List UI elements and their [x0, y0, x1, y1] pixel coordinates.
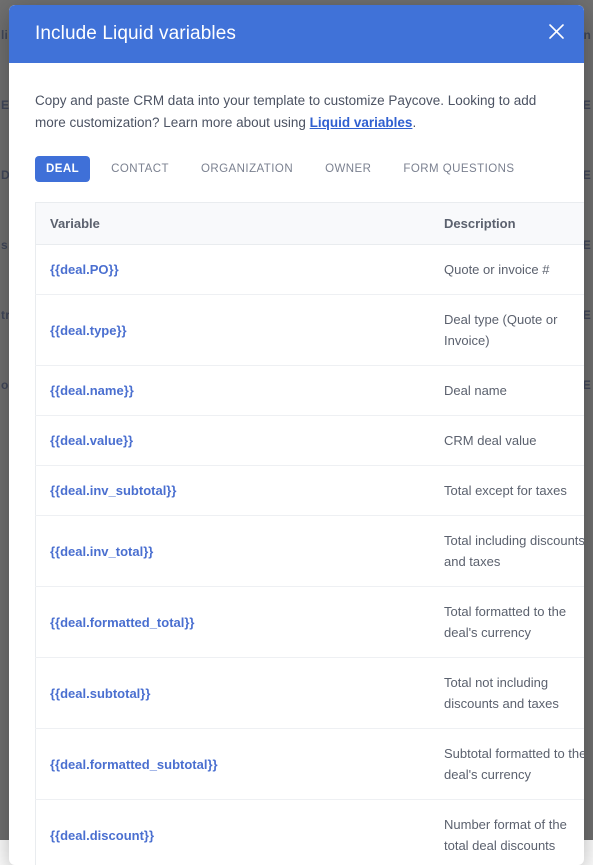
tab-deal[interactable]: DEAL	[35, 156, 90, 182]
intro-paragraph: Copy and paste CRM data into your templa…	[35, 90, 553, 134]
tab-contact[interactable]: CONTACT	[100, 156, 180, 182]
table-row: {{deal.name}}Deal name	[36, 366, 585, 416]
variables-table: Variable Description {{deal.PO}}Quote or…	[35, 202, 584, 865]
variable-token[interactable]: {{deal.value}}	[36, 416, 431, 466]
variable-token[interactable]: {{deal.formatted_total}}	[36, 587, 431, 658]
variable-description: Total not including discounts and taxes	[430, 658, 584, 729]
variable-description: Deal name	[430, 366, 584, 416]
table-header-row: Variable Description	[36, 203, 585, 245]
variable-token[interactable]: {{deal.inv_total}}	[36, 516, 431, 587]
table-head: Variable Description	[36, 203, 585, 245]
variable-description: Deal type (Quote or Invoice)	[430, 295, 584, 366]
variable-description: CRM deal value	[430, 416, 584, 466]
intro-text-after-link: .	[412, 115, 416, 130]
table-row: {{deal.type}}Deal type (Quote or Invoice…	[36, 295, 585, 366]
table-row: {{deal.formatted_subtotal}}Subtotal form…	[36, 729, 585, 800]
variable-description: Number format of the total deal discount…	[430, 800, 584, 865]
variable-description: Total formatted to the deal's currency	[430, 587, 584, 658]
table-body: {{deal.PO}}Quote or invoice #{{deal.type…	[36, 245, 585, 865]
variable-description: Total including discounts and taxes	[430, 516, 584, 587]
modal-title: Include Liquid variables	[35, 23, 236, 45]
variable-token[interactable]: {{deal.subtotal}}	[36, 658, 431, 729]
column-header-variable: Variable	[36, 203, 431, 245]
variable-token[interactable]: {{deal.type}}	[36, 295, 431, 366]
intro-text-before-link: Copy and paste CRM data into your templa…	[35, 93, 536, 130]
table-row: {{deal.subtotal}}Total not including dis…	[36, 658, 585, 729]
variable-token[interactable]: {{deal.discount}}	[36, 800, 431, 865]
table-row: {{deal.formatted_total}}Total formatted …	[36, 587, 585, 658]
variable-token[interactable]: {{deal.name}}	[36, 366, 431, 416]
liquid-variables-link[interactable]: Liquid variables	[310, 115, 413, 130]
category-tabs: DEAL CONTACT ORGANIZATION OWNER FORM QUESTIO…	[35, 156, 558, 182]
variable-token[interactable]: {{deal.PO}}	[36, 245, 431, 295]
table-row: {{deal.discount}}Number format of the to…	[36, 800, 585, 865]
table-row: {{deal.inv_total}}Total including discou…	[36, 516, 585, 587]
variable-description: Subtotal formatted to the deal's currenc…	[430, 729, 584, 800]
close-icon[interactable]	[541, 16, 571, 46]
variable-description: Total except for taxes	[430, 466, 584, 516]
table-row: {{deal.value}}CRM deal value	[36, 416, 585, 466]
table-row: {{deal.inv_subtotal}}Total except for ta…	[36, 466, 585, 516]
variable-description: Quote or invoice #	[430, 245, 584, 295]
modal-body: Copy and paste CRM data into your templa…	[9, 90, 584, 865]
column-header-description: Description	[430, 203, 584, 245]
modal-header: Include Liquid variables	[9, 5, 584, 63]
variable-token[interactable]: {{deal.inv_subtotal}}	[36, 466, 431, 516]
liquid-variables-modal: Include Liquid variables Copy and paste …	[9, 5, 584, 865]
variable-token[interactable]: {{deal.formatted_subtotal}}	[36, 729, 431, 800]
tab-form-questions[interactable]: FORM QUESTIONS	[392, 156, 525, 182]
tab-owner[interactable]: OWNER	[314, 156, 382, 182]
table-row: {{deal.PO}}Quote or invoice #	[36, 245, 585, 295]
tab-organization[interactable]: ORGANIZATION	[190, 156, 304, 182]
